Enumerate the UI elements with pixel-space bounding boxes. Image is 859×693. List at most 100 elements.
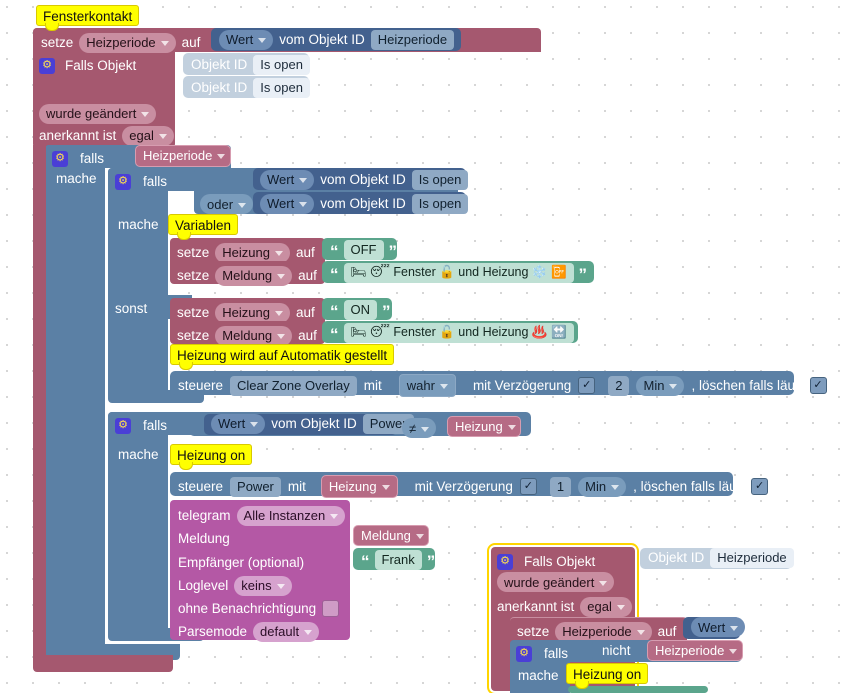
quote-close-icon: ” — [578, 325, 588, 344]
object-id-field[interactable]: Power — [230, 476, 281, 497]
gear-icon[interactable]: ⚙ — [39, 57, 55, 74]
loglevel-dropdown[interactable]: keins — [234, 575, 292, 596]
value-type-dropdown[interactable]: Wert — [211, 413, 266, 434]
variable-dropdown[interactable]: Heizung — [455, 417, 516, 435]
comment-heizung-on[interactable]: Heizung on — [170, 444, 253, 470]
delay-label: mit Verzögerung — [414, 478, 513, 494]
variable-dropdown-meldung[interactable]: Meldung — [361, 526, 424, 544]
ack-dropdown[interactable]: egal — [122, 125, 174, 146]
text-field[interactable]: ON — [343, 299, 377, 320]
value-type-dropdown[interactable]: Wert — [260, 193, 315, 214]
parsemode-dropdown[interactable]: default — [253, 621, 320, 642]
value-type-dropdown[interactable]: Wert — [260, 169, 315, 190]
variable-dropdown-meldung[interactable]: Meldung — [215, 325, 293, 346]
trigger-title: Falls Objekt — [524, 553, 596, 569]
if-label: falls — [544, 645, 569, 661]
set-label: setze — [177, 304, 210, 320]
text-block-meldung-off[interactable]: “ 🛏 😴 Fenster 🔓 und Heizung ❄️ 📴 ” — [322, 261, 594, 283]
ack-dropdown[interactable]: egal — [580, 596, 632, 617]
telegram-instance-dropdown[interactable]: Alle Instanzen — [236, 505, 346, 526]
clear-checkbox[interactable]: ✓ — [809, 377, 827, 394]
or-dropdown[interactable]: oder — [200, 194, 254, 214]
comment-variablen[interactable]: Variablen — [168, 214, 239, 240]
gear-icon[interactable]: ⚙ — [52, 150, 68, 167]
if-outer-block[interactable] — [45, 145, 105, 660]
variable-dropdown-heizperiode[interactable]: Heizperiode — [655, 641, 737, 659]
variable-dropdown-heizperiode[interactable]: Heizperiode — [555, 621, 652, 642]
objekt-id-value[interactable]: Heizperiode — [710, 547, 794, 568]
message-label: Meldung — [178, 530, 230, 546]
if-inner-else-label: sonst — [115, 301, 148, 316]
telegram-recipient-text[interactable]: “ Frank ” — [353, 548, 435, 570]
variable-dropdown[interactable]: Heizperiode — [143, 147, 225, 165]
trigger-object-row-2[interactable]: Objekt ID Is open — [183, 76, 310, 98]
to-label: auf — [298, 267, 317, 283]
script2-trigger-object-row[interactable]: Objekt ID Heizperiode — [640, 547, 794, 569]
changed-dropdown[interactable]: wurde geändert — [497, 572, 615, 592]
if-outer-do-label: mache — [56, 171, 97, 186]
or-dropdown-wrap: oder — [200, 194, 254, 214]
script2-green-stub[interactable] — [568, 686, 708, 693]
variable-dropdown-heizung[interactable]: Heizung — [215, 242, 290, 263]
value-type-dropdown[interactable]: Wert — [691, 617, 746, 637]
or-operand-a[interactable]: Wert vom Objekt ID Is open — [253, 168, 469, 190]
if-inner-header-row: ⚙ falls — [115, 170, 167, 193]
if-label: falls — [80, 150, 105, 166]
delay-unit-dropdown[interactable]: Min — [578, 476, 627, 497]
silent-checkbox[interactable] — [322, 600, 340, 617]
comment-automatik[interactable]: Heizung wird auf Automatik gestellt — [170, 344, 395, 370]
delay-checkbox[interactable]: ✓ — [578, 377, 596, 394]
objekt-id-label: Objekt ID — [191, 79, 248, 95]
control-clear-zone-row: steuere Clear Zone Overlay mit wahr mit … — [178, 374, 827, 397]
telegram-message-variable[interactable]: Meldung — [353, 525, 429, 546]
text-block-meldung-on[interactable]: “ 🛏 😴 Fenster 🔓 und Heizung ♨️ 🔛 ” — [322, 321, 587, 343]
variable-dropdown-heizperiode[interactable]: Heizperiode — [79, 32, 176, 53]
if-label: falls — [143, 417, 168, 433]
comment-fensterkontakt[interactable]: Fensterkontakt — [36, 5, 140, 31]
or-operand-b[interactable]: Wert vom Objekt ID Is open — [253, 192, 469, 214]
text-block-on[interactable]: “ ON ” — [322, 298, 392, 320]
delay-checkbox[interactable]: ✓ — [519, 478, 537, 495]
boolean-value-dropdown[interactable]: wahr — [398, 374, 456, 397]
delay-amount-field[interactable]: 2 — [608, 375, 630, 396]
objekt-id-value[interactable]: Is open — [253, 54, 310, 75]
compare-operand-left[interactable]: Wert vom Objekt ID Power — [204, 413, 414, 435]
gear-icon[interactable]: ⚙ — [497, 553, 513, 570]
if-outer-condition-variable[interactable]: Heizperiode — [135, 145, 231, 167]
object-id-field[interactable]: Is open — [411, 169, 469, 190]
gear-icon[interactable]: ⚙ — [516, 645, 532, 662]
compare-operand-right-variable[interactable]: Heizung — [447, 416, 521, 437]
compare-operator-wrap: ≠ — [402, 418, 437, 438]
changed-dropdown[interactable]: wurde geändert — [39, 103, 157, 124]
gear-icon[interactable]: ⚙ — [115, 417, 131, 434]
if-inner-block[interactable] — [108, 168, 168, 402]
trigger-object-row-1[interactable]: Objekt ID Is open — [183, 53, 310, 75]
variable-dropdown-heizung[interactable]: Heizung — [320, 475, 398, 498]
variable-dropdown-meldung[interactable]: Meldung — [215, 265, 293, 286]
to-label: auf — [298, 327, 317, 343]
trigger-title: Falls Objekt — [65, 57, 137, 73]
comparison-operator-dropdown[interactable]: ≠ — [402, 418, 437, 438]
objekt-id-value[interactable]: Is open — [253, 77, 310, 98]
get-value-block[interactable]: Wert vom Objekt ID Heizperiode — [211, 28, 461, 51]
blockly-workspace[interactable]: Fensterkontakt setze Heizperiode auf Wer… — [0, 0, 859, 693]
delay-amount-field[interactable]: 1 — [549, 476, 572, 497]
value-type-dropdown[interactable]: Wert — [219, 29, 274, 50]
delay-unit-dropdown[interactable]: Min — [636, 375, 685, 396]
gear-icon[interactable]: ⚙ — [115, 173, 131, 190]
text-block-off[interactable]: “ OFF ” — [322, 238, 397, 260]
text-field[interactable]: 🛏 😴 Fenster 🔓 und Heizung ❄️ 📴 — [343, 262, 574, 283]
text-field[interactable]: Frank — [374, 549, 422, 570]
script2-value-block[interactable]: Wert — [683, 617, 746, 639]
script2-comment-heizung-on[interactable]: Heizung on — [566, 663, 649, 689]
variable-dropdown-heizung[interactable]: Heizung — [215, 302, 290, 323]
object-id-field[interactable]: Is open — [411, 193, 469, 214]
object-id-field[interactable]: Heizperiode — [370, 29, 455, 50]
text-field[interactable]: 🛏 😴 Fenster 🔓 und Heizung ♨️ 🔛 — [343, 322, 574, 343]
clear-checkbox[interactable]: ✓ — [751, 478, 769, 495]
loglevel-label: Loglevel — [178, 577, 229, 593]
script2-condition-variable[interactable]: Heizperiode — [647, 640, 743, 661]
object-id-field[interactable]: Clear Zone Overlay — [230, 375, 357, 396]
to-label: auf — [295, 244, 315, 260]
text-field[interactable]: OFF — [343, 239, 384, 260]
